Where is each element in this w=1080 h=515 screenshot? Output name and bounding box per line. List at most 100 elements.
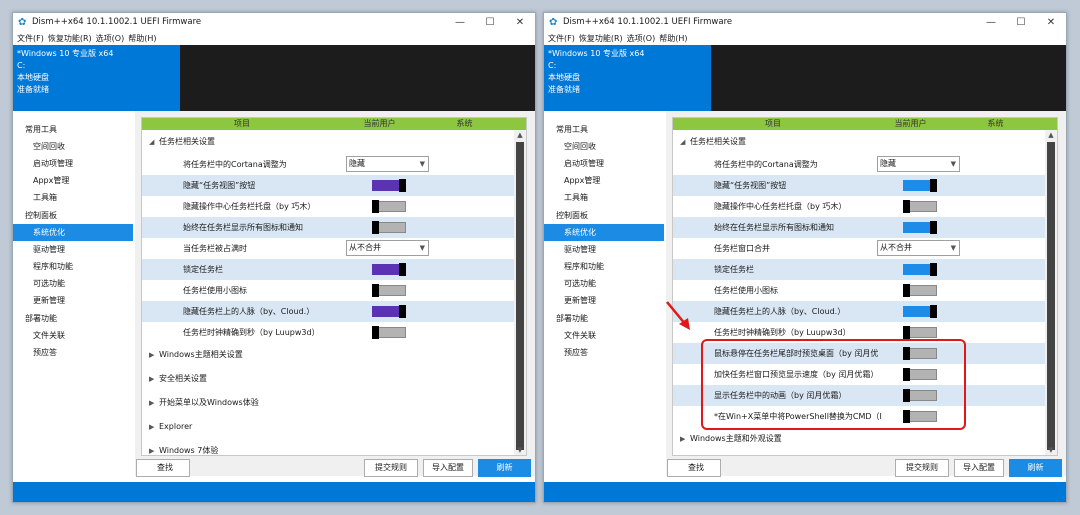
menu-file[interactable]: 文件(F) (17, 32, 44, 45)
import-config-button[interactable]: 导入配置 (954, 459, 1004, 477)
sidebar-item[interactable]: 预应答 (544, 344, 666, 361)
scroll-down-icon[interactable]: ▼ (1045, 445, 1057, 455)
sidebar-item[interactable]: 可选功能 (13, 275, 135, 292)
setting-toggle[interactable] (903, 221, 937, 234)
search-button[interactable]: 查找 (136, 459, 190, 477)
setting-toggle[interactable] (903, 200, 937, 213)
scroll-up-icon[interactable]: ▲ (1045, 130, 1057, 140)
expand-arrow-icon[interactable]: ◢ (680, 130, 690, 154)
maximize-button[interactable]: ☐ (1006, 13, 1036, 32)
scroll-thumb[interactable] (516, 142, 524, 450)
setting-label: 隐藏操作中心任务栏托盘（by 巧木） (183, 202, 316, 211)
os-name: *Windows 10 专业版 x64 (17, 49, 114, 58)
refresh-button[interactable]: 刷新 (478, 459, 531, 477)
session-info[interactable]: *Windows 10 专业版 x64 C: 本地硬盘 准备就绪 (544, 45, 711, 111)
setting-row: 锁定任务栏 (673, 259, 1045, 280)
title-bar[interactable]: ✿ Dism++x64 10.1.1002.1 UEFI Firmware — … (544, 13, 1066, 32)
expand-arrow-icon[interactable]: ▶ (149, 391, 159, 415)
session-info[interactable]: *Windows 10 专业版 x64 C: 本地硬盘 准备就绪 (13, 45, 180, 111)
setting-dropdown[interactable]: 从不合并 ▼ (346, 240, 429, 256)
setting-toggle[interactable] (903, 263, 937, 276)
expand-arrow-icon[interactable]: ▶ (149, 439, 159, 455)
expand-arrow-icon[interactable]: ◢ (149, 130, 159, 154)
submit-rules-button[interactable]: 提交规则 (895, 459, 949, 477)
sidebar-item[interactable]: 文件关联 (13, 327, 135, 344)
setting-row: 隐藏“任务视图”按钮 (142, 175, 514, 196)
app-gear-icon: ✿ (18, 17, 27, 28)
dropdown-value: 从不合并 (349, 243, 381, 252)
sidebar-item[interactable]: 程序和功能 (544, 258, 666, 275)
close-button[interactable]: ✕ (505, 13, 535, 32)
menu-recovery[interactable]: 恢复功能(R) (48, 32, 92, 45)
sidebar-item[interactable]: 启动项管理 (544, 155, 666, 172)
settings-group[interactable]: ▶ 开始菜单以及Windows体验 (142, 391, 514, 415)
expand-arrow-icon[interactable]: ▶ (149, 415, 159, 439)
import-config-button[interactable]: 导入配置 (423, 459, 473, 477)
setting-toggle[interactable] (372, 263, 406, 276)
minimize-button[interactable]: — (445, 13, 475, 32)
close-button[interactable]: ✕ (1036, 13, 1066, 32)
menu-options[interactable]: 选项(O) (627, 32, 656, 45)
sidebar-item[interactable]: 驱动管理 (544, 241, 666, 258)
search-button[interactable]: 查找 (667, 459, 721, 477)
sidebar-item[interactable]: Appx管理 (13, 172, 135, 189)
menu-bar: 文件(F) 恢复功能(R) 选项(O) 帮助(H) (544, 32, 1066, 45)
title-bar[interactable]: ✿ Dism++x64 10.1.1002.1 UEFI Firmware — … (13, 13, 535, 32)
sidebar-item[interactable]: 预应答 (13, 344, 135, 361)
menu-options[interactable]: 选项(O) (96, 32, 125, 45)
sidebar-item[interactable]: 系统优化 (13, 224, 133, 241)
setting-row: 将任务栏中的Cortana调整为 隐藏 ▼ (673, 154, 1045, 175)
menu-recovery[interactable]: 恢复功能(R) (579, 32, 623, 45)
sidebar-item[interactable]: 可选功能 (544, 275, 666, 292)
sidebar-category: 控制面板 (556, 211, 588, 220)
sidebar-item[interactable]: 驱动管理 (13, 241, 135, 258)
setting-toggle[interactable] (903, 326, 937, 339)
sidebar-item[interactable]: 空间回收 (13, 138, 135, 155)
sidebar-item[interactable]: 工具箱 (544, 189, 666, 206)
setting-toggle[interactable] (372, 326, 406, 339)
settings-group[interactable]: ◢ 任务栏相关设置 (673, 130, 1045, 154)
expand-arrow-icon[interactable]: ▶ (149, 343, 159, 367)
sidebar-item[interactable]: 空间回收 (544, 138, 666, 155)
settings-group[interactable]: ▶ 安全相关设置 (142, 367, 514, 391)
sidebar-item[interactable]: 文件关联 (544, 327, 666, 344)
sidebar-item[interactable]: 更新管理 (13, 292, 135, 309)
setting-toggle[interactable] (372, 200, 406, 213)
expand-arrow-icon[interactable]: ▶ (680, 427, 690, 451)
maximize-button[interactable]: ☐ (475, 13, 505, 32)
submit-rules-button[interactable]: 提交规则 (364, 459, 418, 477)
menu-help[interactable]: 帮助(H) (128, 32, 156, 45)
setting-toggle[interactable] (372, 284, 406, 297)
setting-toggle[interactable] (372, 179, 406, 192)
settings-group[interactable]: ▶ Windows主题和外观设置 (673, 427, 1045, 451)
sidebar-item[interactable]: 启动项管理 (13, 155, 135, 172)
scroll-up-icon[interactable]: ▲ (514, 130, 526, 140)
settings-group[interactable]: ▶ Windows主题相关设置 (142, 343, 514, 367)
setting-label: 锁定任务栏 (714, 265, 754, 274)
scroll-down-icon[interactable]: ▼ (514, 445, 526, 455)
menu-file[interactable]: 文件(F) (548, 32, 575, 45)
setting-dropdown[interactable]: 从不合并 ▼ (877, 240, 960, 256)
refresh-button[interactable]: 刷新 (1009, 459, 1062, 477)
setting-dropdown[interactable]: 隐藏 ▼ (346, 156, 429, 172)
vertical-scrollbar[interactable]: ▲ ▼ (1045, 130, 1057, 455)
menu-help[interactable]: 帮助(H) (659, 32, 687, 45)
setting-toggle[interactable] (903, 179, 937, 192)
setting-toggle[interactable] (903, 284, 937, 297)
settings-group[interactable]: ▶ Explorer (142, 415, 514, 439)
setting-toggle[interactable] (903, 305, 937, 318)
setting-dropdown[interactable]: 隐藏 ▼ (877, 156, 960, 172)
minimize-button[interactable]: — (976, 13, 1006, 32)
settings-group[interactable]: ◢ 任务栏相关设置 (142, 130, 514, 154)
setting-toggle[interactable] (372, 305, 406, 318)
sidebar-item[interactable]: Appx管理 (544, 172, 666, 189)
sidebar-item[interactable]: 更新管理 (544, 292, 666, 309)
vertical-scrollbar[interactable]: ▲ ▼ (514, 130, 526, 455)
sidebar-item[interactable]: 工具箱 (13, 189, 135, 206)
settings-group[interactable]: ▶ Windows 7体验 (142, 439, 514, 455)
scroll-thumb[interactable] (1047, 142, 1055, 450)
setting-toggle[interactable] (372, 221, 406, 234)
sidebar-item[interactable]: 程序和功能 (13, 258, 135, 275)
expand-arrow-icon[interactable]: ▶ (149, 367, 159, 391)
sidebar-item[interactable]: 系统优化 (544, 224, 664, 241)
